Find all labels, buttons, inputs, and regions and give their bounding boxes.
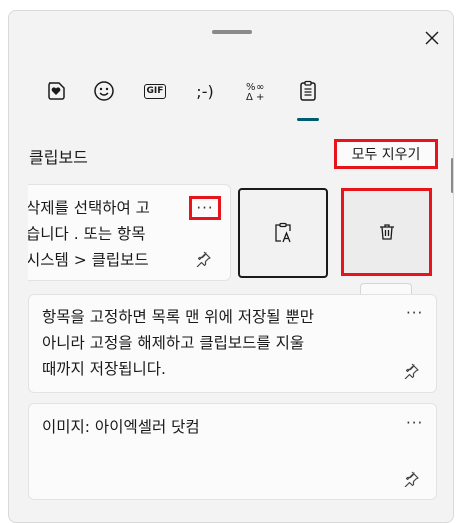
smiley-tab[interactable] xyxy=(86,73,122,109)
heart-sticker-icon xyxy=(48,82,65,100)
pin-icon[interactable] xyxy=(403,363,419,379)
pin-icon[interactable] xyxy=(195,251,211,267)
trash-icon xyxy=(379,224,394,240)
gif-tab[interactable]: GIF xyxy=(137,73,173,109)
pin-icon[interactable] xyxy=(403,471,419,487)
svg-text:+: + xyxy=(256,92,264,102)
gif-icon: GIF xyxy=(143,83,167,99)
clipboard-tab[interactable] xyxy=(290,73,326,109)
emoji-clipboard-panel: GIF ;-) % ∞ Δ + 클립보드 모두 지우기 삭제를 선택하여 고 습… xyxy=(8,10,454,523)
svg-text:Δ: Δ xyxy=(246,92,253,102)
drag-handle-icon[interactable] xyxy=(212,30,252,34)
clipboard-item-text: 항목을 고정하면 목록 맨 위에 저장될 뿐만 아니라 고정을 해제하고 클립보… xyxy=(42,308,314,378)
paste-text-icon xyxy=(275,222,291,243)
close-button[interactable] xyxy=(419,25,445,51)
clipboard-item-1[interactable]: 삭제를 선택하여 고 습니다 . 또는 항목 시스템 > 클립보드 ··· xyxy=(28,184,231,281)
clipboard-title: 클립보드 xyxy=(29,148,88,167)
kaomoji-tab[interactable]: ;-) xyxy=(187,73,223,109)
emoji-tab[interactable] xyxy=(38,73,74,109)
close-icon xyxy=(425,31,439,45)
clipboard-item-text: 이미지: 아이엑셀러 닷컴 xyxy=(42,418,200,436)
clipboard-icon xyxy=(300,80,316,101)
paste-as-text-button[interactable] xyxy=(238,188,328,278)
kaomoji-icon: ;-) xyxy=(196,81,214,101)
delete-button[interactable] xyxy=(341,188,432,276)
smiley-face-icon xyxy=(94,81,114,101)
scrollbar-thumb[interactable] xyxy=(451,158,453,193)
symbols-icon: % ∞ Δ + xyxy=(246,82,264,102)
clear-all-button[interactable]: 모두 지우기 xyxy=(334,139,438,169)
clipboard-item-3[interactable]: 이미지: 아이엑셀러 닷컴 ··· xyxy=(28,403,437,500)
more-options-button[interactable]: ··· xyxy=(189,196,221,220)
more-options-button[interactable]: ··· xyxy=(406,414,423,432)
more-options-button[interactable]: ··· xyxy=(406,304,423,322)
symbols-tab[interactable]: % ∞ Δ + xyxy=(238,73,274,109)
clipboard-item-2[interactable]: 항목을 고정하면 목록 맨 위에 저장될 뿐만 아니라 고정을 해제하고 클립보… xyxy=(28,294,437,393)
selected-tab-indicator xyxy=(297,118,319,121)
